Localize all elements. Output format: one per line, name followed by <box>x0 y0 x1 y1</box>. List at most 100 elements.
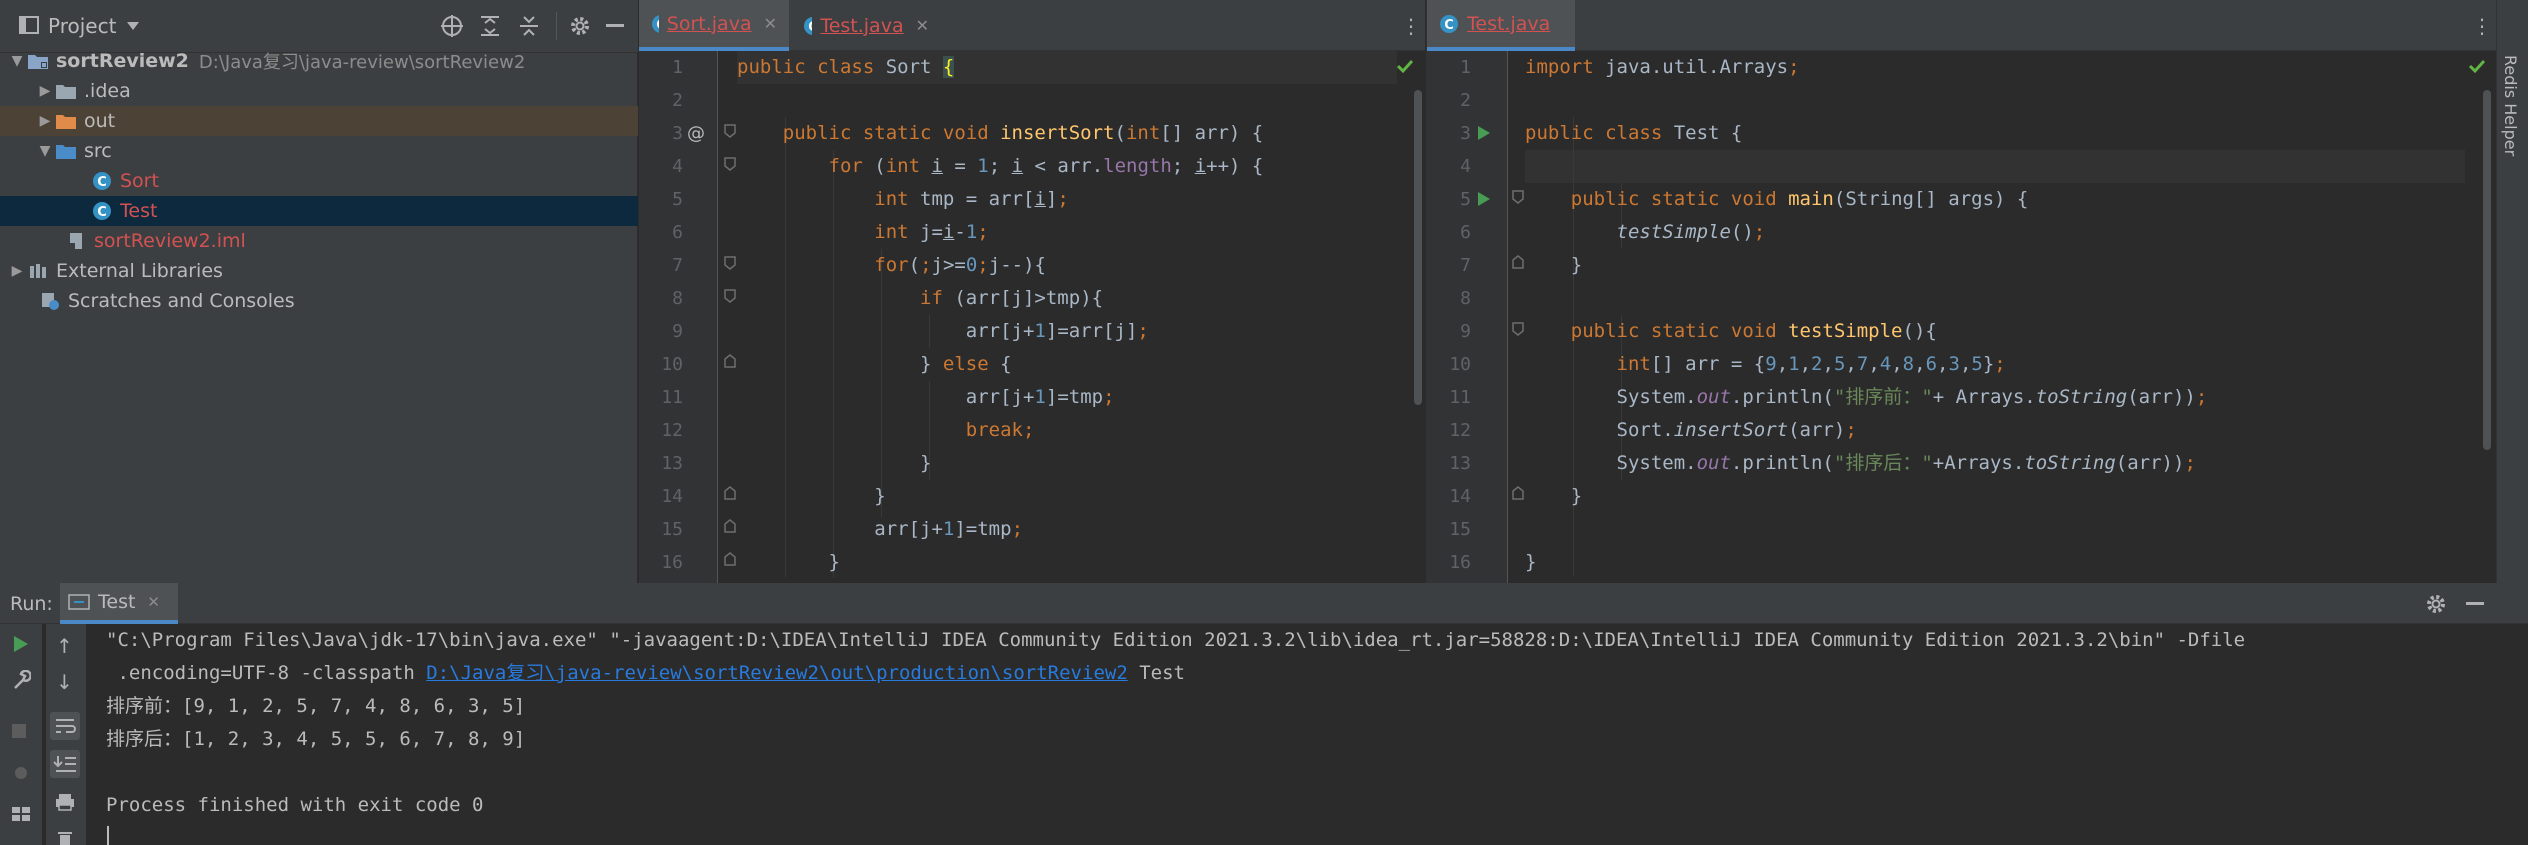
chevron-right-icon[interactable]: ▶ <box>8 263 26 279</box>
tab-label: Test.java <box>820 14 904 37</box>
gear-icon[interactable] <box>2424 592 2448 616</box>
tab-sort-java[interactable]: C Sort.java ✕ <box>639 0 789 51</box>
wrench-icon[interactable] <box>11 670 31 690</box>
code-line: public class Sort { <box>737 51 1397 84</box>
fold-markers[interactable] <box>1511 51 1525 583</box>
close-icon[interactable]: ✕ <box>147 593 160 611</box>
line-number: 8 <box>672 288 683 309</box>
checkmark-icon <box>1395 56 1415 76</box>
console-output-after: 排序后：[1, 2, 3, 4, 5, 5, 6, 7, 8, 9] <box>106 728 526 750</box>
line-number: 10 <box>1449 354 1471 375</box>
java-class-icon: C <box>90 172 114 190</box>
java-class-icon: C <box>804 16 813 35</box>
code-line: } else { <box>737 353 1012 375</box>
override-marker[interactable]: @ <box>687 117 705 150</box>
tree-item-src[interactable]: ▼ src <box>0 136 638 166</box>
java-class-icon: C <box>90 202 114 220</box>
console-output[interactable]: "C:\Program Files\Java\jdk-17\bin\java.e… <box>86 624 2528 845</box>
minimize-icon[interactable] <box>2466 602 2484 605</box>
code-line: int j=i-1; <box>874 221 989 243</box>
more-options-icon[interactable]: ⋮ <box>2472 14 2492 38</box>
minimize-icon[interactable] <box>606 24 624 27</box>
close-icon[interactable]: ✕ <box>764 14 777 33</box>
code-line: } <box>737 452 932 474</box>
redis-helper-tab[interactable]: Redis Helper <box>2501 55 2520 156</box>
line-number: 16 <box>1449 552 1471 573</box>
project-view-icon[interactable] <box>18 14 40 36</box>
layout-icon[interactable] <box>11 804 31 824</box>
editor-sort[interactable]: C Sort.java ✕ C Test.java ✕ ⋮ 1 2 3 4 5 … <box>639 0 1425 583</box>
gutter-divider <box>717 51 718 583</box>
source-folder-icon <box>54 142 78 160</box>
tree-label-out: out <box>84 110 116 132</box>
java-class-icon: C <box>1440 14 1458 33</box>
chevron-down-icon[interactable]: ▼ <box>36 143 54 159</box>
code-line: arr[j+1]=tmp; <box>737 386 1115 408</box>
project-title[interactable]: Project <box>48 14 116 38</box>
stop-icon[interactable] <box>12 724 26 738</box>
chevron-down-icon[interactable]: ▼ <box>8 53 26 69</box>
svg-text:C: C <box>656 18 659 33</box>
line-gutter: 1 2 3 4 5 6 7 8 9 10 11 12 13 14 15 16 <box>1427 51 1507 583</box>
tree-item-scratches[interactable]: Scratches and Consoles <box>0 286 638 316</box>
run-method-icon[interactable] <box>1477 191 1491 207</box>
line-number: 10 <box>661 354 683 375</box>
checkmark-icon <box>2467 56 2487 76</box>
debug-icon[interactable] <box>11 762 31 782</box>
tree-label-test: Test <box>120 200 158 222</box>
code-line: public static void insertSort(int[] arr)… <box>782 122 1264 144</box>
gear-icon[interactable] <box>568 14 592 38</box>
project-panel: Project ▼ sortReview2 D:\Java复习\java-rev… <box>0 0 638 583</box>
code-area[interactable]: import java.util.Arrays; public class Te… <box>1525 51 2465 583</box>
chevron-right-icon[interactable]: ▶ <box>36 83 54 99</box>
console-main-class: Test <box>1127 662 1185 684</box>
tree-item-root[interactable]: ▼ sortReview2 D:\Java复习\java-review\sort… <box>0 46 638 76</box>
chevron-right-icon[interactable]: ▶ <box>36 113 54 129</box>
tree-item-sort[interactable]: C Sort <box>0 166 638 196</box>
tree-label-external-libraries: External Libraries <box>56 260 223 282</box>
line-number: 2 <box>1460 90 1471 111</box>
line-number: 15 <box>661 519 683 540</box>
code-line: System.out.println("排序前："+ Arrays.toStri… <box>1525 386 2208 408</box>
toolbar-divider <box>556 12 557 40</box>
arrow-down-icon[interactable]: ↓ <box>56 670 73 694</box>
close-icon[interactable]: ✕ <box>916 16 929 35</box>
editor-tabbar: C Test.java ⋮ <box>1427 0 2496 51</box>
collapse-all-icon[interactable] <box>518 14 540 38</box>
line-number: 15 <box>1449 519 1471 540</box>
run-class-icon[interactable] <box>1477 125 1491 141</box>
chevron-down-icon[interactable] <box>125 18 141 34</box>
print-icon[interactable] <box>54 792 76 812</box>
tab-test-java[interactable]: C Test.java ✕ <box>791 0 941 51</box>
expand-all-icon[interactable] <box>479 14 501 38</box>
line-number: 3 <box>672 123 683 144</box>
code-area[interactable]: public class Sort { public static void i… <box>737 51 1397 583</box>
run-toolbar-left <box>0 624 42 845</box>
tab-test-java[interactable]: C Test.java <box>1427 0 1575 51</box>
code-line: arr[j+1]=arr[j]; <box>737 320 1149 342</box>
classpath-link[interactable]: D:\Java复习\java-review\sortReview2\out\pr… <box>426 662 1127 684</box>
rerun-icon[interactable] <box>12 634 30 654</box>
soft-wrap-icon[interactable] <box>50 712 80 740</box>
more-options-icon[interactable]: ⋮ <box>1401 14 1421 38</box>
right-tool-strip: Redis Helper <box>2496 0 2528 583</box>
vertical-scrollbar[interactable] <box>2483 90 2491 450</box>
trash-icon[interactable] <box>56 829 74 845</box>
select-opened-file-icon[interactable] <box>440 14 464 38</box>
scroll-to-end-icon[interactable] <box>50 750 80 778</box>
tree-item-idea[interactable]: ▶ .idea <box>0 76 638 106</box>
line-number: 1 <box>672 57 683 78</box>
line-number: 12 <box>1449 420 1471 441</box>
tree-item-iml[interactable]: sortReview2.iml <box>0 226 638 256</box>
fold-markers[interactable] <box>723 51 737 583</box>
console-output-before: 排序前：[9, 1, 2, 5, 7, 4, 8, 6, 3, 5] <box>106 695 526 717</box>
vertical-scrollbar[interactable] <box>1414 90 1422 405</box>
tree-item-external-libraries[interactable]: ▶ External Libraries <box>0 256 638 286</box>
tree-item-out[interactable]: ▶ out <box>0 106 638 136</box>
tree-item-test[interactable]: C Test <box>0 196 638 226</box>
run-tab-test[interactable]: Test ✕ <box>60 583 178 624</box>
code-line: import java.util.Arrays; <box>1525 56 1800 78</box>
arrow-up-icon[interactable]: ↑ <box>56 634 73 658</box>
svg-text:C: C <box>808 20 812 35</box>
editor-test[interactable]: C Test.java ⋮ 1 2 3 4 5 6 7 8 9 10 11 12… <box>1426 0 2496 583</box>
